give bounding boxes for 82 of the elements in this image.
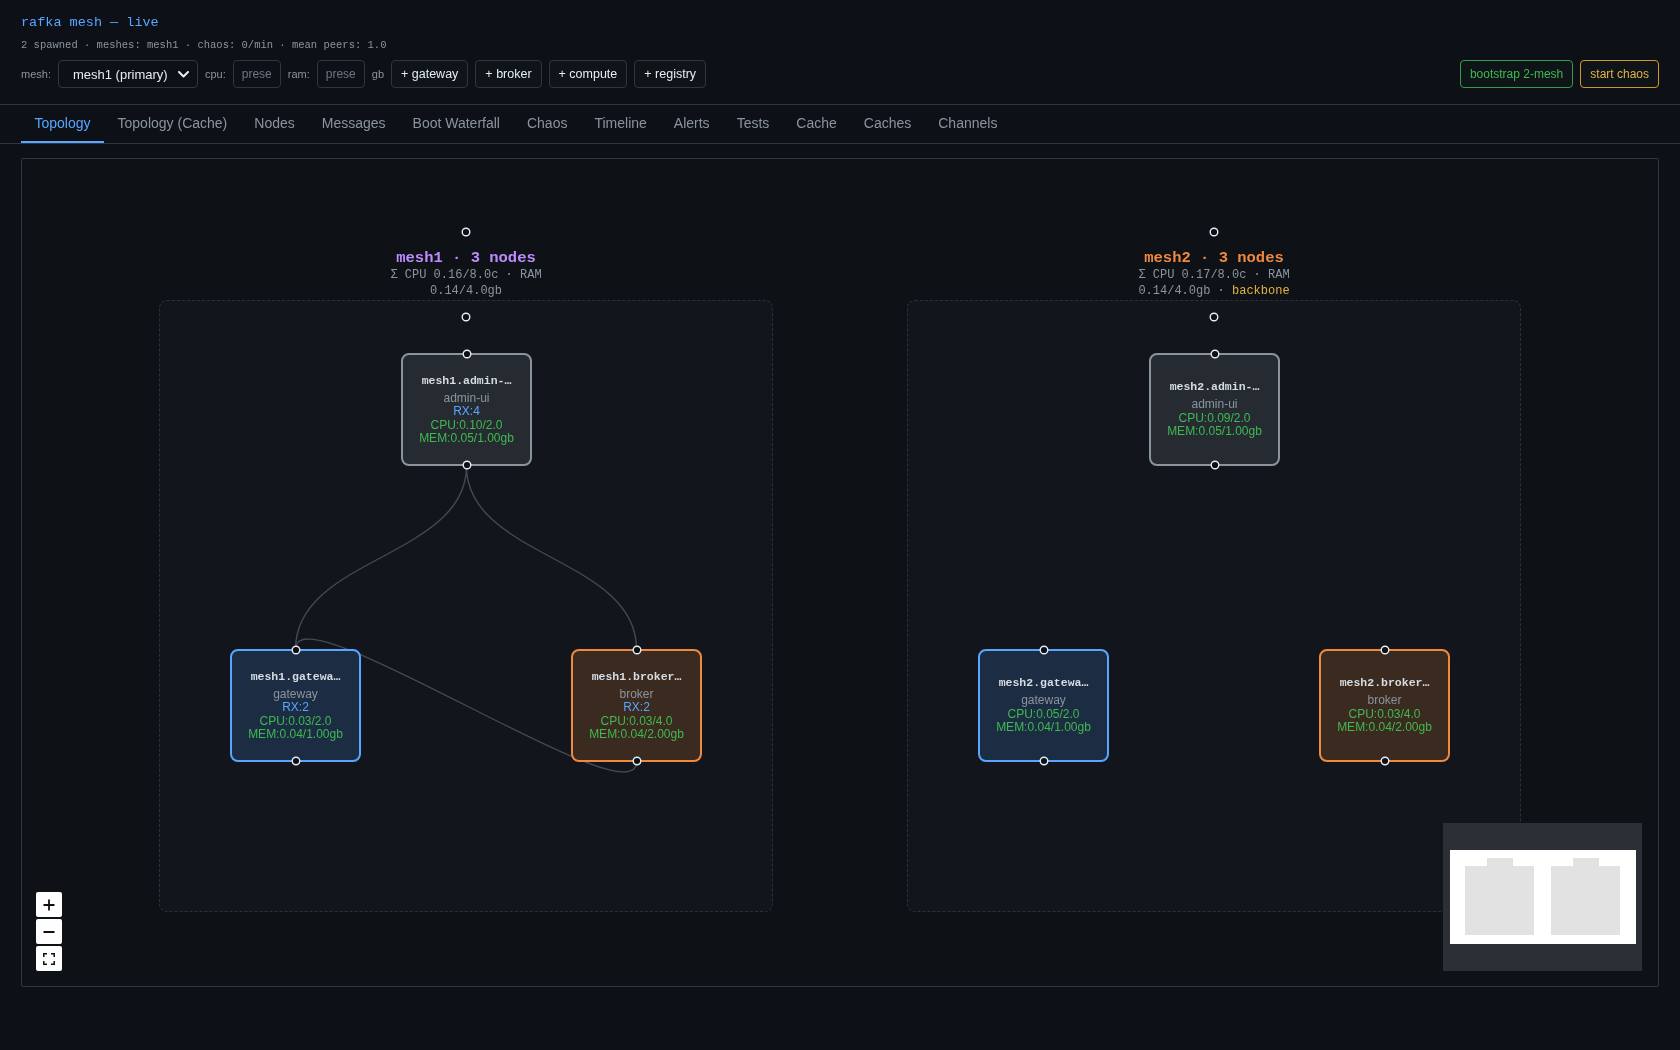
node-name: mesh2.gatewa… — [998, 676, 1089, 691]
tab[interactable]: Topology (Cache) — [104, 105, 241, 143]
node-name: mesh2.broker… — [1339, 676, 1430, 691]
node-role: admin-ui — [443, 391, 490, 405]
handle-icon[interactable] — [1379, 645, 1390, 655]
handle-icon[interactable] — [1209, 312, 1219, 322]
mesh-title: mesh2 · 3 nodes — [1144, 249, 1284, 267]
memory-usage: MEM:0.04/2.00gb — [1337, 721, 1432, 735]
zoom-in-button[interactable] — [36, 892, 62, 917]
app-title: rafka mesh — live — [21, 14, 160, 32]
handle-icon[interactable] — [1209, 460, 1220, 470]
cpu-usage: CPU:0.05/2.0 — [1007, 707, 1080, 722]
status-summary: 2 spawned · meshes: mesh1 · chaos: 0/min · mean peers: 1.0 — [21, 38, 388, 52]
bootstrap-button[interactable]: bootstrap 2-mesh — [1459, 60, 1574, 88]
rx-count: RX:4 — [453, 405, 480, 419]
add-node-button[interactable]: + broker — [475, 60, 542, 88]
cpu-field[interactable]: prese — [232, 60, 281, 88]
node-role: gateway — [273, 687, 318, 701]
mesh-resources: Σ CPU 0.16/8.0c · RAM 0.14/4.0gb — [389, 267, 543, 299]
tab[interactable]: Topology — [21, 105, 105, 143]
handle-icon[interactable] — [1038, 756, 1049, 766]
node-name: mesh2.admin-… — [1169, 380, 1260, 395]
handle-icon[interactable] — [461, 349, 472, 359]
rx-count: RX:2 — [623, 701, 650, 715]
tab[interactable]: Messages — [308, 105, 400, 143]
chevron-icon — [177, 70, 189, 78]
memory-usage: MEM:0.04/2.00gb — [589, 728, 684, 742]
tab[interactable]: Nodes — [240, 105, 309, 143]
handle-icon[interactable] — [631, 756, 642, 766]
memory-usage: MEM:0.04/1.00gb — [996, 721, 1091, 735]
tab[interactable]: Timeline — [580, 105, 661, 143]
plus-icon — [43, 898, 55, 911]
mesh-resources: Σ CPU 0.17/8.0c · RAM 0.14/4.0gb · backbone — [1137, 267, 1291, 299]
cpu-usage: CPU:0.03/4.0 — [600, 714, 673, 728]
node-role: admin-ui — [1191, 398, 1238, 412]
tab[interactable]: Channels — [924, 105, 1011, 143]
handle-icon[interactable] — [1209, 349, 1220, 359]
ram-field[interactable]: prese — [316, 60, 365, 88]
handle-icon[interactable] — [461, 312, 471, 322]
minimap[interactable] — [1443, 823, 1642, 971]
add-node-button[interactable]: + compute — [548, 60, 628, 88]
mesh-label: mesh: — [21, 68, 51, 80]
cpu-usage: CPU:0.03/4.0 — [1348, 707, 1421, 722]
tab[interactable]: Alerts — [660, 105, 724, 143]
zoom-out-button[interactable] — [36, 919, 62, 944]
node-role: broker — [1367, 694, 1402, 708]
handle-icon[interactable] — [461, 227, 471, 237]
tab[interactable]: Caches — [850, 105, 925, 143]
tab[interactable]: Cache — [782, 105, 851, 143]
unit-label: gb — [371, 68, 384, 80]
node-name: mesh1.gatewa… — [250, 669, 341, 684]
memory-usage: MEM:0.05/1.00gb — [1167, 425, 1262, 439]
tab[interactable]: Tests — [723, 105, 783, 143]
handle-icon[interactable] — [290, 645, 301, 655]
start-chaos-button[interactable]: start chaos — [1580, 60, 1659, 88]
node-role: gateway — [1021, 694, 1066, 708]
handle-icon[interactable] — [1379, 756, 1390, 766]
tab[interactable]: Boot Waterfall — [399, 105, 514, 143]
fit-view-button[interactable] — [36, 946, 62, 971]
ram-label: ram: — [287, 68, 310, 80]
rx-count: RX:2 — [282, 701, 309, 715]
memory-usage: MEM:0.04/1.00gb — [248, 728, 343, 742]
fit-view-icon — [43, 952, 55, 965]
add-node-button[interactable]: + registry — [634, 60, 707, 88]
node-name: mesh1.broker… — [591, 669, 682, 684]
cpu-usage: CPU:0.03/2.0 — [259, 714, 332, 728]
mesh-select[interactable]: mesh1 (primary) — [57, 60, 198, 88]
memory-usage: MEM:0.05/1.00gb — [419, 432, 514, 446]
handle-icon[interactable] — [1209, 227, 1219, 237]
cpu-label: cpu: — [204, 68, 226, 80]
add-node-button[interactable]: + gateway — [391, 60, 469, 88]
handle-icon[interactable] — [1038, 645, 1049, 655]
handle-icon[interactable] — [461, 460, 472, 470]
node-role: broker — [619, 687, 654, 701]
node-name: mesh1.admin-… — [421, 373, 512, 388]
cpu-usage: CPU:0.09/2.0 — [1178, 411, 1251, 426]
handle-icon[interactable] — [290, 756, 301, 766]
tab[interactable]: Chaos — [513, 105, 581, 143]
handle-icon[interactable] — [631, 645, 642, 655]
mesh-title: mesh1 · 3 nodes — [396, 249, 536, 267]
cpu-usage: CPU:0.10/2.0 — [430, 418, 503, 432]
minus-icon — [43, 930, 55, 933]
